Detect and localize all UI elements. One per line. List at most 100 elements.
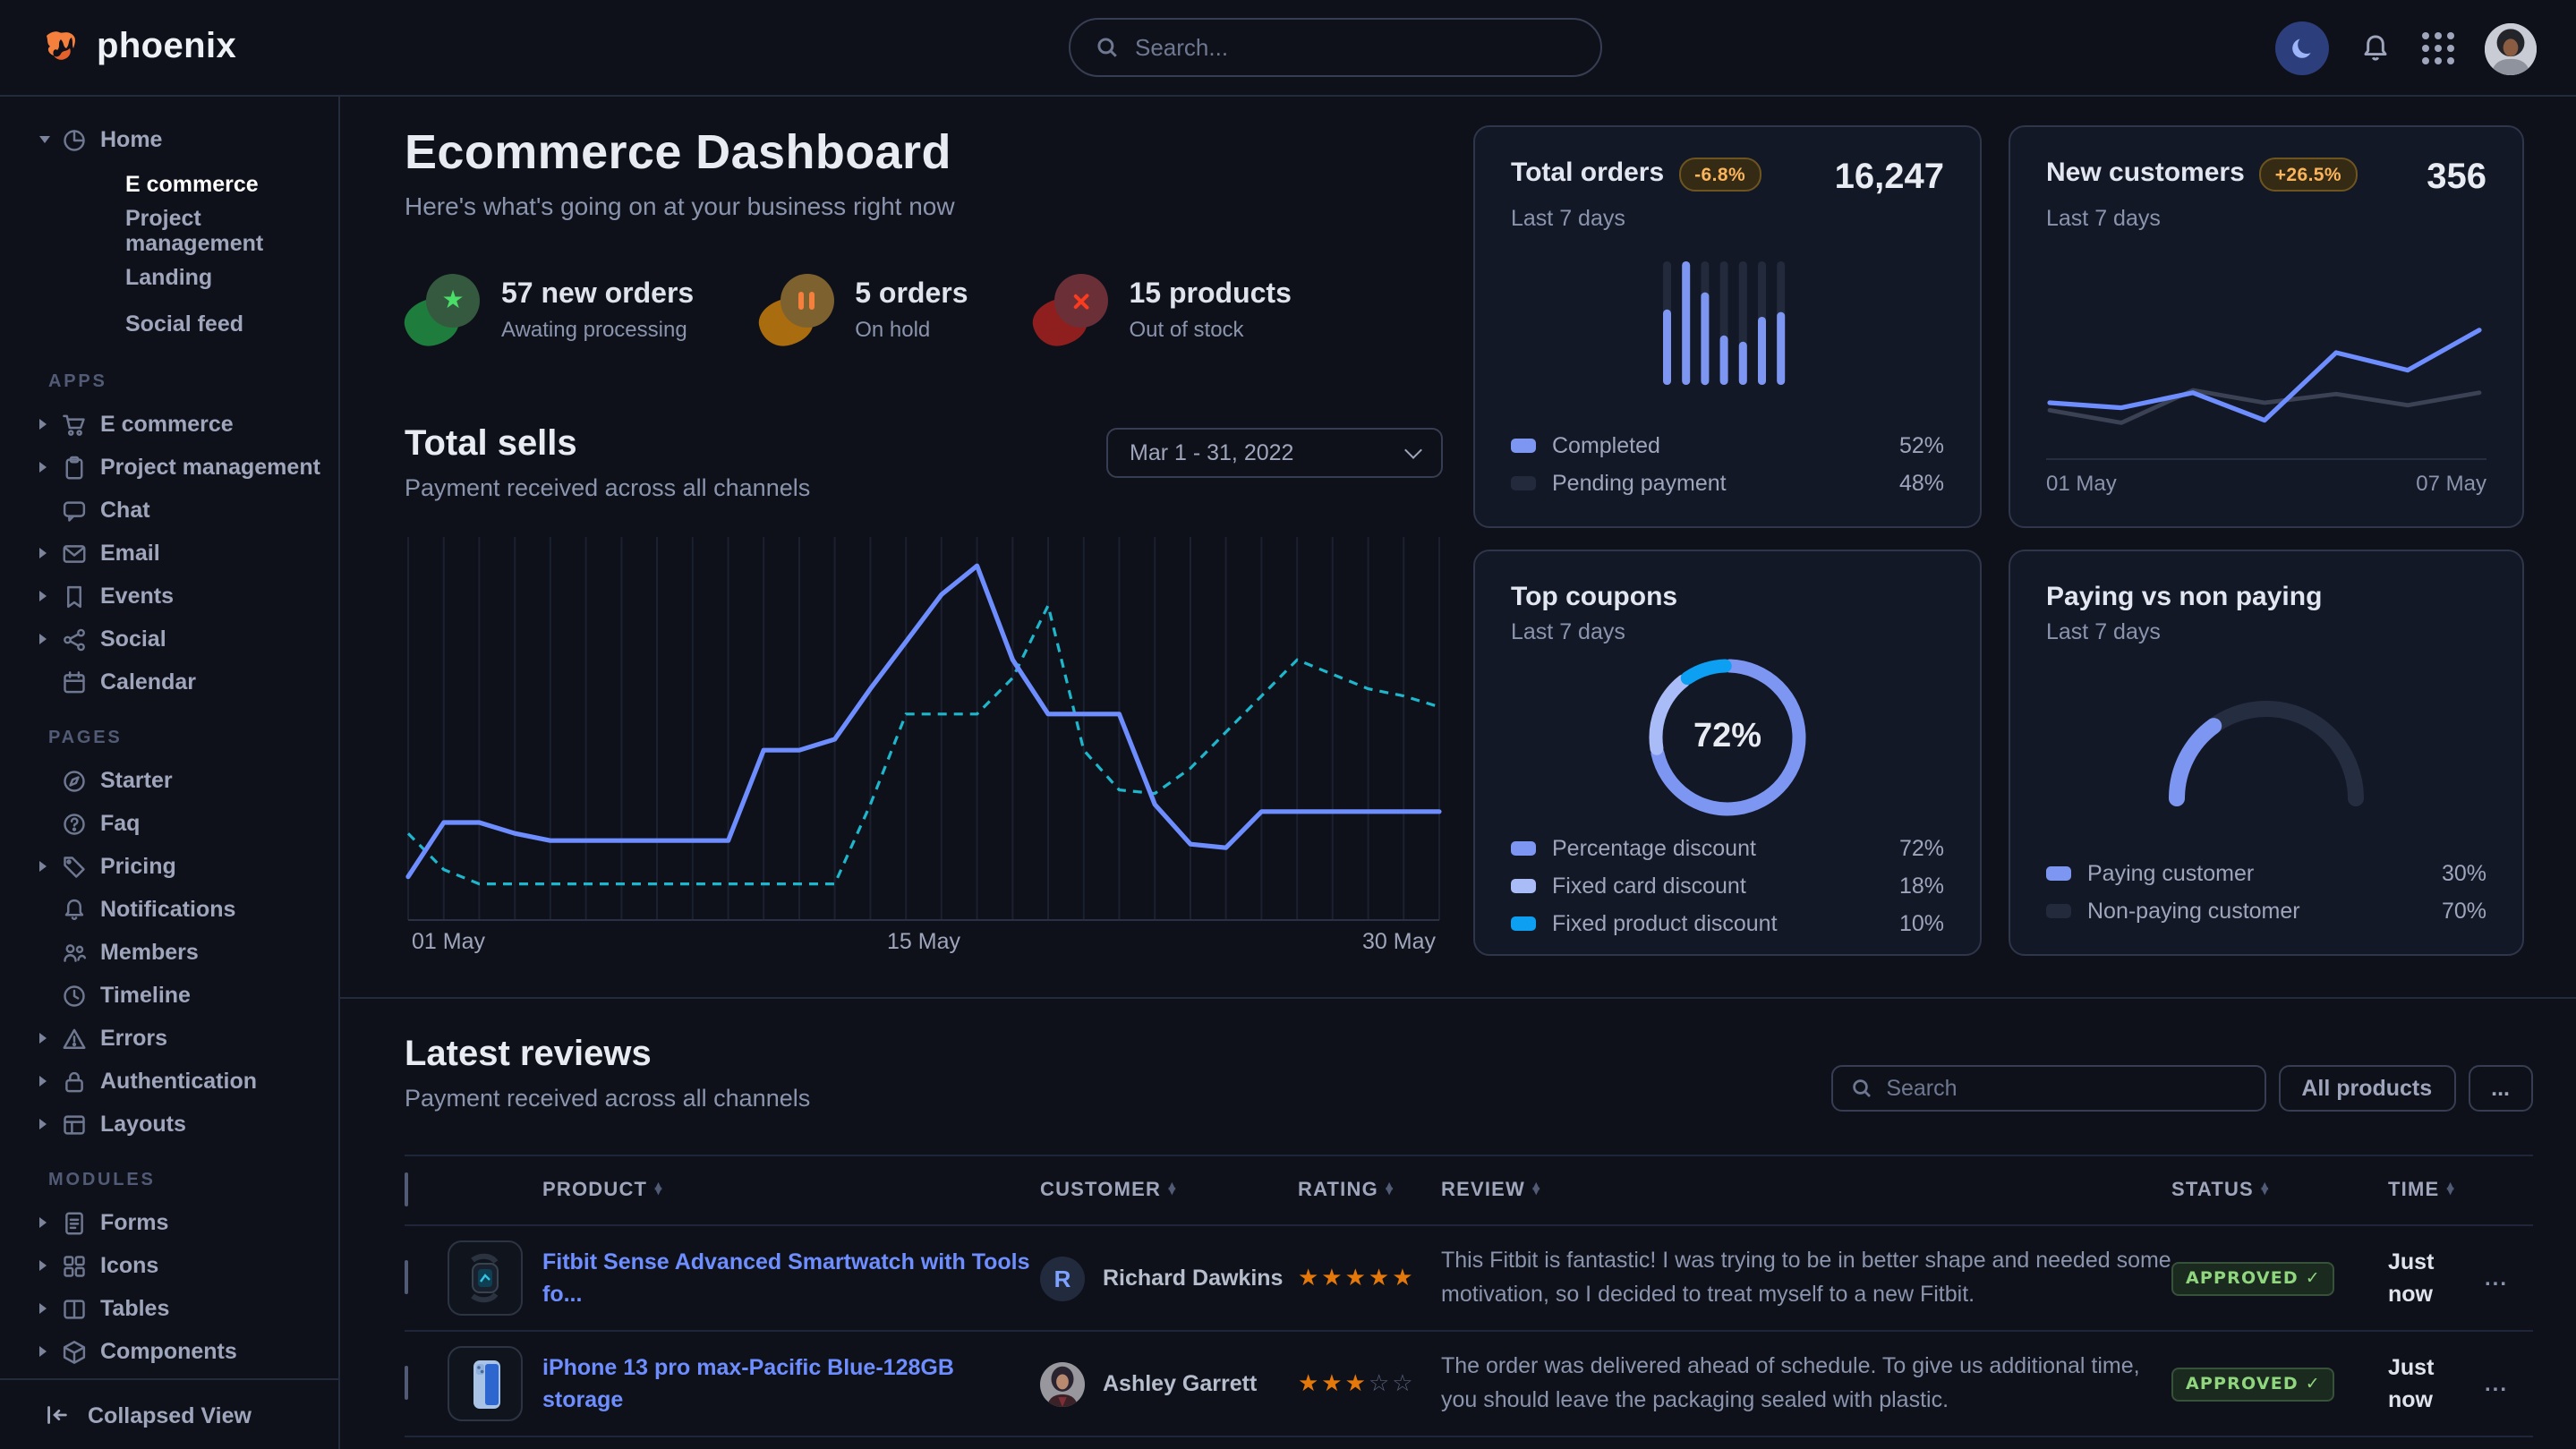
nine-dots-grid-icon <box>2422 32 2454 64</box>
product-link[interactable]: Fitbit Sense Advanced Smartwatch with To… <box>542 1249 1030 1307</box>
sidebar-item-authentication[interactable]: Authentication <box>0 1060 338 1103</box>
legend-item: Paying customer30% <box>2046 861 2486 886</box>
sidebar-item-layouts[interactable]: Layouts <box>0 1103 338 1146</box>
sidebar-item-e-commerce[interactable]: E commerce <box>0 403 338 446</box>
collapse-left-icon <box>43 1402 70 1428</box>
apps-menu-button[interactable] <box>2422 32 2454 64</box>
svg-text:15 May: 15 May <box>887 929 960 954</box>
total-sells-chart: 01 May 15 May 30 May <box>405 526 1443 956</box>
card-title: New customers <box>2046 158 2245 188</box>
select-all-checkbox[interactable] <box>405 1172 408 1206</box>
sidebar-item-calendar[interactable]: Calendar <box>0 661 338 703</box>
pie-chart-icon <box>61 126 100 153</box>
caret-right-icon <box>39 861 61 872</box>
dashboard-hero: Ecommerce Dashboard Here's what's going … <box>340 97 2576 999</box>
column-header-customer[interactable]: CUSTOMER▲▼ <box>1040 1180 1298 1201</box>
card-value: 16,247 <box>1835 158 1944 199</box>
table-columns-icon <box>61 1295 100 1322</box>
sidebar-item-chat[interactable]: Chat <box>0 489 338 532</box>
product-thumbnail[interactable] <box>448 1346 523 1421</box>
sidebar-item-icons[interactable]: Icons <box>0 1244 338 1287</box>
sidebar-item-email[interactable]: Email <box>0 532 338 575</box>
sidebar-item-e-commerce[interactable]: E commerce <box>0 161 338 208</box>
sidebar-item-social[interactable]: Social <box>0 618 338 661</box>
card-title: Paying vs non paying <box>2046 582 2322 612</box>
sidebar-item-members[interactable]: Members <box>0 931 338 974</box>
row-checkbox[interactable] <box>405 1260 408 1294</box>
stat-sublabel: On hold <box>855 316 968 341</box>
column-header-review[interactable]: REVIEW▲▼ <box>1441 1180 2171 1201</box>
global-search-input[interactable] <box>1135 34 1575 61</box>
chevron-down-icon <box>1404 440 1422 458</box>
coupons-donut-chart: 72% <box>1511 652 1944 823</box>
column-header-rating[interactable]: RATING▲▼ <box>1298 1180 1441 1201</box>
new-customers-chart <box>2046 290 2486 455</box>
more-options-button[interactable]: ... <box>2468 1065 2533 1112</box>
sidebar-item-social-feed[interactable]: Social feed <box>0 301 338 347</box>
total-orders-card: Total orders -6.8% 16,247 Last 7 days Co… <box>1473 125 1982 528</box>
review-text: This Fitbit is fantastic! I was trying t… <box>1441 1247 2171 1307</box>
caret-right-icon <box>39 462 61 473</box>
row-checkbox[interactable] <box>405 1366 408 1400</box>
top-coupons-card: Top coupons Last 7 days 72% Percentage d… <box>1473 550 1982 956</box>
orders-bar-chart <box>1511 256 1944 388</box>
paying-gauge-chart <box>2046 691 2486 813</box>
product-link[interactable]: iPhone 13 pro max-Pacific Blue-128GB sto… <box>542 1354 954 1412</box>
caret-right-icon <box>39 1076 61 1087</box>
reviews-search-input[interactable] <box>1886 1076 2246 1101</box>
sidebar-item-notifications[interactable]: Notifications <box>0 888 338 931</box>
sidebar-item-home[interactable]: Home <box>0 118 338 161</box>
stat-sublabel: Out of stock <box>1130 316 1292 341</box>
row-menu-button[interactable]: ... <box>2485 1371 2508 1396</box>
file-text-icon <box>61 1209 100 1236</box>
notifications-button[interactable] <box>2359 32 2392 64</box>
top-navbar: phoenix <box>0 0 2576 97</box>
page-title: Ecommerce Dashboard <box>405 125 1443 181</box>
sidebar-item-timeline[interactable]: Timeline <box>0 974 338 1017</box>
search-icon <box>1096 36 1119 59</box>
reviews-subtitle: Payment received across all channels <box>405 1085 810 1112</box>
sidebar-item-components[interactable]: Components <box>0 1330 338 1373</box>
reviews-search[interactable] <box>1830 1065 2265 1112</box>
legend-item: Fixed card discount18% <box>1511 874 1944 899</box>
card-title: Top coupons <box>1511 582 1677 612</box>
main-content: Ecommerce Dashboard Here's what's going … <box>340 97 2576 1449</box>
customer-name: Ashley Garrett <box>1103 1371 1257 1396</box>
sidebar-item-starter[interactable]: Starter <box>0 759 338 802</box>
card-period: Last 7 days <box>2046 619 2486 644</box>
sidebar-item-forms[interactable]: Forms <box>0 1201 338 1244</box>
orders-legend: Completed52% Pending payment48% <box>1511 421 1944 496</box>
sidebar-item-project-management[interactable]: Project management <box>0 208 338 254</box>
status-badge: APPROVED ✓ <box>2171 1262 2335 1296</box>
brand-logo[interactable]: phoenix <box>39 26 236 69</box>
column-header-product[interactable]: PRODUCT▲▼ <box>542 1180 1040 1201</box>
reviews-table: PRODUCT▲▼CUSTOMER▲▼RATING▲▼REVIEW▲▼STATU… <box>405 1155 2533 1449</box>
sidebar-item-tables[interactable]: Tables <box>0 1287 338 1330</box>
bell-icon <box>61 896 100 923</box>
card-period: Last 7 days <box>1511 619 1944 644</box>
sidebar-item-errors[interactable]: Errors <box>0 1017 338 1060</box>
rating-stars: ★★★★★ <box>1298 1266 1416 1292</box>
profile-avatar[interactable] <box>2485 22 2537 74</box>
column-header-status[interactable]: STATUS▲▼ <box>2171 1180 2388 1201</box>
date-range-select[interactable]: Mar 1 - 31, 2022 <box>1106 428 1443 478</box>
table-header: PRODUCT▲▼CUSTOMER▲▼RATING▲▼REVIEW▲▼STATU… <box>405 1155 2533 1226</box>
page-subtitle: Here's what's going on at your business … <box>405 192 1443 220</box>
collapse-sidebar-button[interactable]: Collapsed View <box>0 1378 338 1449</box>
sidebar-item-landing[interactable]: Landing <box>0 254 338 301</box>
row-menu-button[interactable]: ... <box>2485 1266 2508 1291</box>
clipboard-icon <box>61 454 100 481</box>
global-search[interactable] <box>1069 18 1602 77</box>
status-badge: APPROVED ✓ <box>2171 1368 2335 1402</box>
sidebar-item-faq[interactable]: Faq <box>0 802 338 845</box>
theme-toggle-button[interactable] <box>2275 21 2329 75</box>
column-header-time[interactable]: TIME▲▼ <box>2388 1180 2485 1201</box>
sidebar-item-events[interactable]: Events <box>0 575 338 618</box>
caret-right-icon <box>39 634 61 644</box>
sidebar-item-pricing[interactable]: Pricing <box>0 845 338 888</box>
product-thumbnail[interactable] <box>448 1240 523 1316</box>
caret-down-icon <box>39 136 61 143</box>
on-hold-stat: 5 orders On hold <box>758 274 968 345</box>
sidebar-item-project-management[interactable]: Project management <box>0 446 338 489</box>
all-products-filter-button[interactable]: All products <box>2278 1065 2455 1112</box>
